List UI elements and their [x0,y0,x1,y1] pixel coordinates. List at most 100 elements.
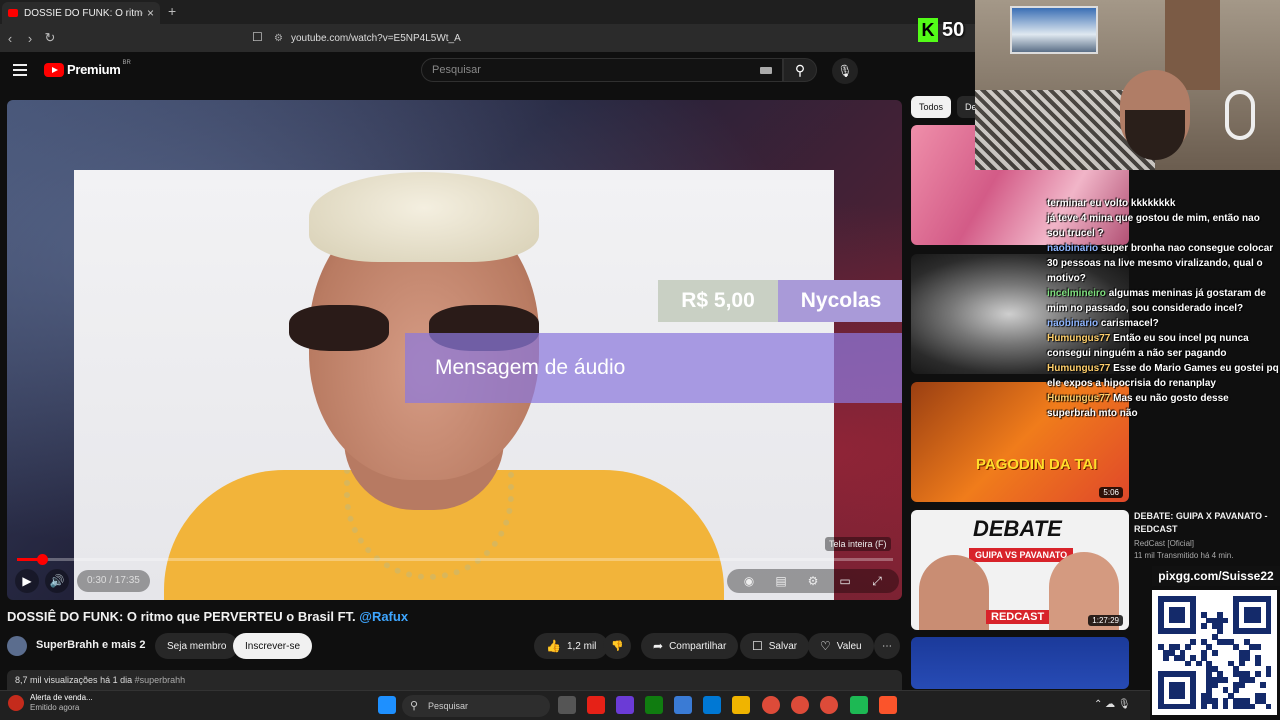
qr-module [1211,682,1218,688]
keyboard-icon[interactable] [760,67,772,74]
autoplay-toggle-icon[interactable]: ◉ [733,574,765,588]
recommendation-title[interactable]: DEBATE: GUIPA X PAVANATO - REDCAST [1134,510,1279,536]
chat-message: incelmineiro algumas meninas já gostaram… [1047,286,1280,316]
share-button[interactable]: ➦ Compartilhar [641,633,739,659]
qr-module [1211,703,1218,710]
task-view-icon[interactable] [558,696,576,714]
address-bar: ‹ › ↻ ☐ ⚙ youtube.com/watch?v=E5NP4L5Wt_… [0,24,975,52]
recommendation-channel[interactable]: RedCast [Oficial] [1134,539,1194,548]
app-icon[interactable] [703,696,721,714]
settings-icon[interactable]: ⚙ [797,574,829,588]
qr-module [1254,660,1261,667]
chat-text: carismacel? [1100,318,1159,329]
avatar[interactable] [7,636,27,656]
new-tab-button[interactable]: + [168,3,176,19]
join-button[interactable]: Seja membro [155,633,239,659]
chrome-icon[interactable] [791,696,809,714]
chat-message: já teve 4 mina que gostou de mim, então … [1047,211,1280,241]
youtube-play-icon [44,62,64,77]
system-tray[interactable]: ⌃ ☁ 🎙 [1094,699,1131,710]
thumbnail-text: DEBATE [973,516,1062,541]
url-text: youtube.com/watch?v=E5NP4L5Wt_A [290,32,461,44]
qr-module [1190,703,1197,710]
bookmark-save-icon: ☐ [752,639,763,653]
url-field[interactable]: ⚙ youtube.com/watch?v=E5NP4L5Wt_A [274,28,964,48]
taskbar-search[interactable]: ⚲ Pesquisar [402,695,550,717]
chat-message: Humungus77 Então eu sou incel pq nunca c… [1047,331,1280,361]
thanks-icon: ♡ [820,639,831,653]
windows-taskbar: Alerta de venda... Emitido agora ⚲ Pesqu… [0,690,1150,720]
mic-icon: 🎙 [837,64,853,78]
youtube-favicon-icon [8,9,18,17]
chrome-icon[interactable] [820,696,838,714]
wall-picture [1010,6,1098,54]
like-button[interactable]: 👍 1,2 mil [534,633,609,659]
tab-close-icon[interactable]: × [147,6,154,20]
chat-message: naobinario super bronha nao consegue col… [1047,241,1280,286]
chat-username: Humungus77 [1047,333,1111,344]
recommendation-thumbnail[interactable] [911,637,1129,689]
video-title-mention[interactable]: @Rafux [359,609,408,624]
save-button[interactable]: ☐ Salvar [740,633,810,659]
more-actions-button[interactable]: ⋯ [874,633,900,659]
search-input[interactable]: Pesquisar [421,58,783,82]
progress-scrubber[interactable] [36,554,48,565]
subscribe-button[interactable]: Inscrever-se [233,633,313,659]
theater-mode-icon[interactable]: ▭ [829,574,861,588]
channel-name[interactable]: SuperBrahh e mais 2 [36,639,145,651]
viewer-count: 50 [942,18,965,41]
youtube-app-icon[interactable] [587,696,605,714]
reload-icon[interactable]: ↻ [40,30,60,46]
qr-module [1211,649,1218,656]
video-player[interactable]: R$ 5,00 Nycolas Mensagem de áudio Tela i… [7,100,902,600]
qr-module [1254,617,1261,624]
bookmark-icon[interactable]: ☐ [252,30,263,44]
volume-icon[interactable]: 🔊 [45,569,69,593]
subtitles-icon[interactable]: ▤ [765,574,797,588]
voice-search-button[interactable]: 🎙 [832,58,858,84]
back-icon[interactable]: ‹ [0,31,20,46]
browser-tabstrip: DOSSIÊ DO FUNK: O ritmo que P × + [0,0,975,24]
brave-icon[interactable] [879,696,897,714]
view-count: 8,7 mil visualizações [15,675,98,685]
chrome-icon[interactable] [762,696,780,714]
alert-title: Alerta de venda... [30,693,93,702]
kick-viewer-badge: K 50 [918,18,964,42]
app-icon[interactable] [674,696,692,714]
app-icon[interactable] [850,696,868,714]
chat-message: Humungus77 Esse do Mario Games eu gostei… [1047,361,1280,391]
fullscreen-icon[interactable]: ⤢ [861,574,893,589]
search-button[interactable]: ⚲ [783,58,817,82]
notification[interactable]: Alerta de venda... Emitido agora [8,693,93,713]
windows-start-icon[interactable] [378,696,396,714]
forward-icon[interactable]: › [20,31,40,46]
play-icon[interactable]: ▶ [15,569,39,593]
xbox-icon[interactable] [645,696,663,714]
tab-title: DOSSIÊ DO FUNK: O ritmo que P [24,7,143,19]
qr-module [1184,660,1191,667]
browser-tab[interactable]: DOSSIÊ DO FUNK: O ritmo que P × [2,2,160,24]
hashtag[interactable]: #superbrahh [135,675,186,685]
site-info-icon[interactable]: ⚙ [274,33,283,44]
thumbnail-subtext: GUIPA VS PAVANATO [969,548,1074,562]
alert-subtitle: Emitido agora [30,703,80,712]
donation-amount: R$ 5,00 [658,280,778,322]
file-explorer-icon[interactable] [732,696,750,714]
chat-username: incelmineiro [1047,288,1106,299]
dislike-button[interactable]: 👎 [603,633,632,659]
app-icon[interactable] [616,696,634,714]
qr-module [1222,703,1229,710]
thumbs-up-icon: 👍 [546,639,561,653]
menu-icon[interactable] [13,64,27,76]
video-description[interactable]: 8,7 mil visualizações há 1 dia #superbra… [7,670,902,690]
progress-bar[interactable] [17,554,893,565]
share-label: Compartilhar [669,640,727,652]
duration-badge: 1:27:29 [1088,615,1123,626]
chip-all[interactable]: Todos [911,96,952,118]
thanks-button[interactable]: ♡ Valeu [808,633,874,659]
recommendation-thumbnail[interactable]: DEBATE GUIPA VS PAVANATO REDCAST 1:27:29 [911,510,1129,630]
qr-module [1201,622,1207,629]
duration-badge: 5:06 [1099,487,1123,498]
logo-region: BR [122,59,131,66]
youtube-premium-logo[interactable]: Premium BR [44,59,131,77]
